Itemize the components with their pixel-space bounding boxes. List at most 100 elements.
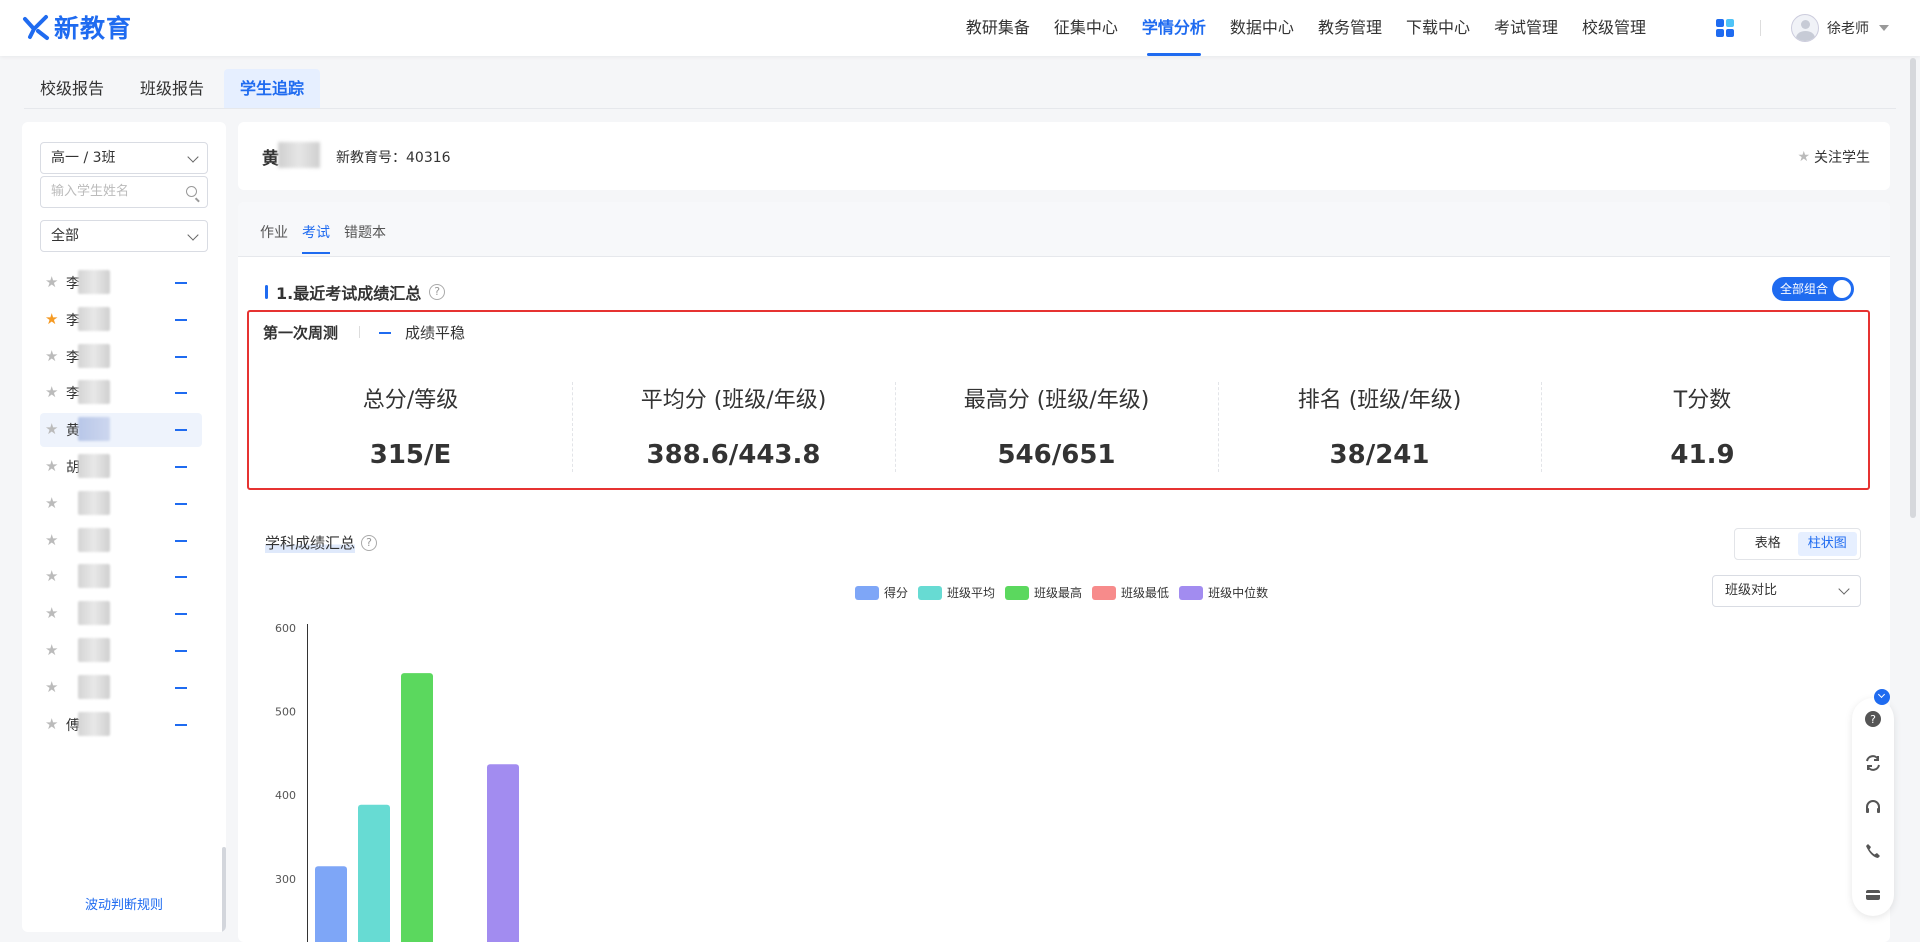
nav-item[interactable]: 下载中心 <box>1394 0 1482 56</box>
legend-item[interactable]: 班级中位数 <box>1179 584 1268 601</box>
legend-item[interactable]: 得分 <box>855 584 908 601</box>
star-icon[interactable]: ★ <box>45 347 58 365</box>
name-mask <box>78 490 110 515</box>
student-item[interactable]: ★ <box>40 524 202 558</box>
star-icon[interactable]: ★ <box>45 420 58 438</box>
nav-item[interactable]: 学情分析 <box>1130 0 1218 56</box>
star-icon[interactable]: ★ <box>45 715 58 733</box>
star-icon[interactable]: ★ <box>45 457 58 475</box>
student-item[interactable]: ★ 李 <box>40 340 202 374</box>
trend-dash-icon <box>175 429 187 432</box>
filter-select-value: 全部 <box>51 228 79 244</box>
view-option[interactable]: 柱状图 <box>1797 532 1857 556</box>
help-icon[interactable]: ? <box>361 534 378 551</box>
nav-item[interactable]: 考试管理 <box>1482 0 1570 56</box>
help-icon[interactable]: ? <box>429 284 446 300</box>
student-item[interactable]: ★ 黄 <box>40 413 202 448</box>
student-search-input[interactable]: 输入学生姓名 <box>40 176 208 208</box>
y-tick-label: 300 <box>275 873 296 886</box>
view-option[interactable]: 表格 <box>1738 532 1798 556</box>
header-divider <box>1760 20 1761 36</box>
bar-1-5 <box>487 764 519 942</box>
legend-label: 得分 <box>884 586 909 600</box>
student-item[interactable]: ★ <box>40 671 202 705</box>
student-item[interactable]: ★ 李 <box>40 376 202 410</box>
tabs-divider <box>24 108 1896 109</box>
bar-1-1 <box>315 866 347 942</box>
star-icon[interactable]: ★ <box>45 567 58 585</box>
headset-icon[interactable] <box>1864 798 1882 816</box>
main-content: 作业 考试 错题本 1.最近考试成绩汇总 ? 全部组合 第一次周测 成绩平稳 总分/… <box>238 202 1890 942</box>
student-item[interactable]: ★ 傅 <box>40 708 202 742</box>
student-item[interactable]: ★ <box>40 487 202 521</box>
stat-label: 排名 (班级/年级) <box>1297 388 1462 413</box>
legend-item[interactable]: 班级最高 <box>1005 584 1082 601</box>
section-title: 1.最近考试成绩汇总 ? <box>265 280 446 304</box>
nav-item[interactable]: 教研集备 <box>954 0 1042 56</box>
bar-1-2 <box>358 804 390 942</box>
report-tab[interactable]: 班级报告 <box>124 69 220 109</box>
record-tab[interactable]: 错题本 <box>344 222 386 242</box>
brand-logo[interactable]: 新教育 <box>22 10 132 44</box>
user-menu[interactable]: 徐老师 <box>1791 14 1889 42</box>
phone-icon[interactable] <box>1864 842 1882 860</box>
class-select[interactable]: 高一 / 3班 <box>40 142 208 174</box>
report-tab[interactable]: 学生追踪 <box>224 69 321 109</box>
student-item[interactable]: ★ <box>40 597 202 631</box>
record-tab[interactable]: 考试 <box>302 222 330 254</box>
all-combination-toggle[interactable]: 全部组合 <box>1772 277 1854 301</box>
star-icon[interactable]: ★ <box>45 310 58 328</box>
report-tab[interactable]: 校级报告 <box>24 69 120 109</box>
section-title-text: 1.最近考试成绩汇总 <box>276 284 422 303</box>
caret-down-icon <box>1879 25 1889 31</box>
help-icon[interactable]: ? <box>1864 710 1882 728</box>
stat-item: 总分/等级 315/E <box>249 382 572 470</box>
legend-item[interactable]: 班级平均 <box>918 584 995 601</box>
student-item[interactable]: ★ 胡 <box>40 450 202 484</box>
stat-item: 平均分 (班级/年级) 388.6/443.8 <box>572 382 895 470</box>
nav-item[interactable]: 校级管理 <box>1570 0 1658 56</box>
star-icon[interactable]: ★ <box>45 678 58 696</box>
student-item[interactable]: ★ 李 <box>40 266 202 300</box>
collapse-toolbar-button[interactable] <box>1874 689 1890 705</box>
nav-item[interactable]: 教务管理 <box>1306 0 1394 56</box>
star-icon[interactable]: ★ <box>45 494 58 512</box>
filter-select[interactable]: 全部 <box>40 220 208 252</box>
toggle-label: 全部组合 <box>1780 282 1829 296</box>
trend-dash-icon <box>175 466 187 468</box>
fluctuation-rule-link[interactable]: 波动判断规则 <box>22 894 226 913</box>
chevron-down-icon <box>187 151 199 163</box>
refresh-icon[interactable] <box>1864 754 1882 772</box>
chart-legend: 得分 班级平均 班级最高 班级最低 班级中位数 <box>855 584 1268 601</box>
star-icon: ★ <box>1797 149 1810 165</box>
name-mask <box>78 306 110 331</box>
star-icon[interactable]: ★ <box>45 604 58 622</box>
compare-select[interactable]: 班级对比 <box>1712 575 1861 607</box>
legend-item[interactable]: 班级最低 <box>1092 584 1169 601</box>
chevron-down-icon <box>1838 583 1850 595</box>
trend-dash-icon <box>175 282 187 284</box>
sidebar-scrollbar[interactable] <box>222 847 226 932</box>
legend-swatch <box>855 585 879 600</box>
follow-student-button[interactable]: ★ 关注学生 <box>1797 147 1870 167</box>
stat-label: 最高分 (班级/年级) <box>963 388 1150 413</box>
star-icon[interactable]: ★ <box>45 531 58 549</box>
name-mask <box>78 601 110 626</box>
star-icon[interactable]: ★ <box>45 641 58 659</box>
search-icon <box>186 186 197 197</box>
legend-label: 班级中位数 <box>1208 586 1269 600</box>
chevron-down-icon <box>187 229 199 241</box>
page-scrollbar[interactable] <box>1910 58 1916 518</box>
follow-label: 关注学生 <box>1814 150 1870 166</box>
star-icon[interactable]: ★ <box>45 273 58 291</box>
student-item[interactable]: ★ 李 <box>40 303 202 337</box>
star-icon[interactable]: ★ <box>45 383 58 401</box>
student-item[interactable]: ★ <box>40 634 202 668</box>
apps-grid-icon[interactable] <box>1716 19 1734 37</box>
nav-item[interactable]: 征集中心 <box>1042 0 1130 56</box>
nav-item[interactable]: 数据中心 <box>1218 0 1306 56</box>
name-mask <box>78 380 110 405</box>
card-icon[interactable] <box>1864 886 1882 904</box>
record-tab[interactable]: 作业 <box>260 222 288 242</box>
student-item[interactable]: ★ <box>40 560 202 594</box>
